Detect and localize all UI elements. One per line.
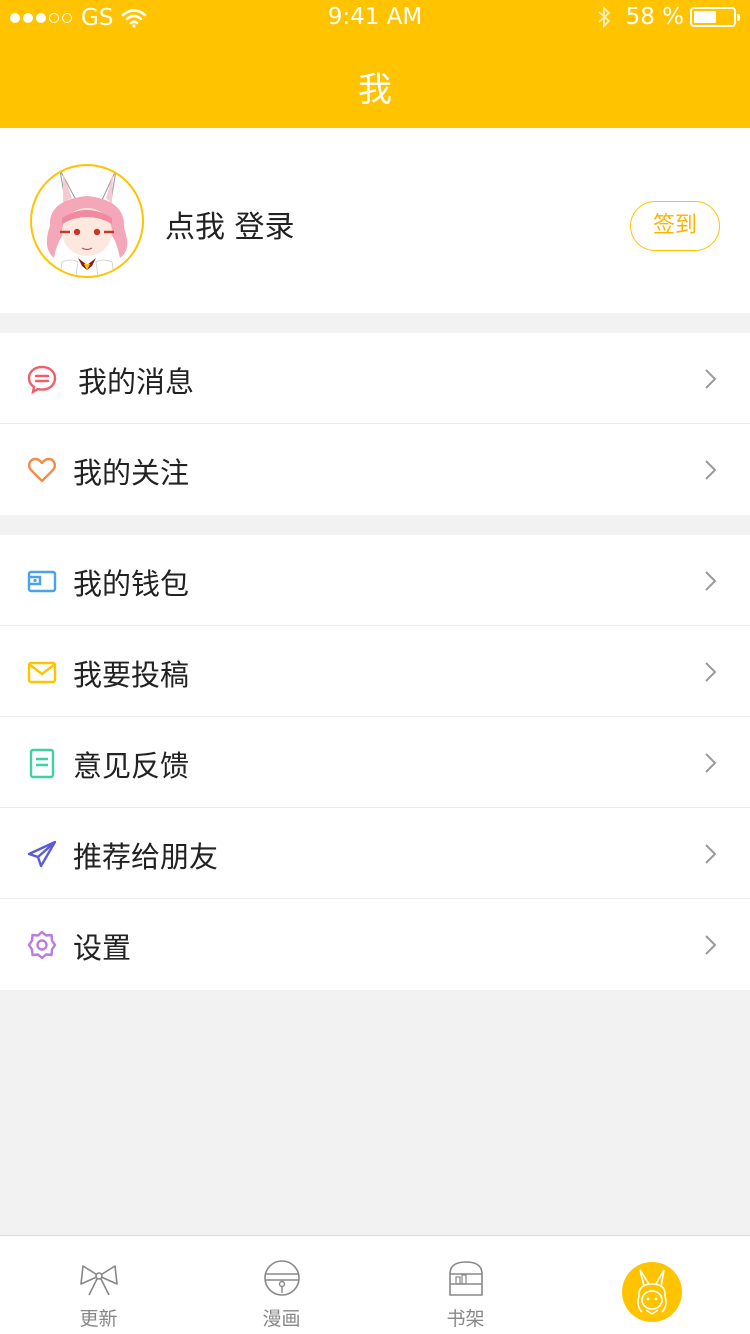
login-link[interactable]: 点我 登录: [165, 202, 295, 246]
menu-group-social: 我的消息 我的关注: [0, 333, 750, 515]
chevron-right-icon: [705, 662, 717, 682]
bell-icon: [264, 1260, 300, 1296]
menu-item-wallet[interactable]: 我的钱包: [0, 535, 750, 626]
menu-item-settings[interactable]: 设置: [0, 899, 750, 990]
menu-item-label: 意见反馈: [73, 749, 190, 783]
chevron-right-icon: [705, 369, 717, 389]
tab-bookshelf[interactable]: 书架: [372, 1236, 559, 1334]
menu-item-follows[interactable]: 我的关注: [0, 424, 750, 515]
gear-icon: [27, 930, 57, 960]
chevron-right-icon: [705, 935, 717, 955]
tab-updates[interactable]: 更新: [5, 1236, 192, 1334]
tab-me[interactable]: [557, 1236, 744, 1334]
tab-label: 更新: [79, 1308, 118, 1330]
bunny-avatar-icon: [637, 1269, 667, 1315]
chevron-right-icon: [705, 753, 717, 773]
feedback-icon: [29, 748, 55, 779]
battery-icon: [690, 7, 740, 27]
message-icon: [27, 365, 57, 395]
battery-fill: [694, 11, 717, 23]
page-title: 我: [358, 70, 392, 110]
menu-item-submit[interactable]: 我要投稿: [0, 626, 750, 717]
chevron-right-icon: [705, 844, 717, 864]
bow-icon: [80, 1265, 118, 1296]
tab-me-active-badge: [622, 1262, 682, 1322]
bluetooth-icon: [597, 5, 610, 29]
checkin-button[interactable]: 签到: [630, 201, 720, 251]
chevron-right-icon: [705, 571, 717, 591]
menu-item-label: 设置: [73, 931, 132, 965]
menu-group-tools: 我的钱包 我要投稿 意见反馈 推荐给朋友 设置: [0, 535, 750, 990]
menu-item-recommend[interactable]: 推荐给朋友: [0, 808, 750, 899]
menu-item-label: 推荐给朋友: [73, 840, 219, 874]
status-bar: GS 9:41 AM 58 %: [0, 0, 750, 36]
status-right: 58 %: [596, 4, 740, 30]
avatar[interactable]: [30, 164, 144, 278]
menu-item-feedback[interactable]: 意见反馈: [0, 717, 750, 808]
tab-label: 漫画: [262, 1308, 301, 1330]
bookshelf-icon: [449, 1261, 483, 1296]
menu-item-label: 我要投稿: [73, 658, 190, 692]
profile-card[interactable]: 点我 登录 签到: [0, 128, 750, 313]
tab-label: 书架: [446, 1308, 485, 1330]
envelope-icon: [27, 661, 57, 684]
battery-percent: 58 %: [625, 4, 684, 30]
tab-bar: 更新 漫画 书架: [0, 1235, 750, 1334]
heart-icon: [28, 457, 56, 483]
header-bar: GS 9:41 AM 58 % 我: [0, 0, 750, 128]
chevron-right-icon: [705, 460, 717, 480]
paper-plane-icon: [27, 840, 57, 868]
menu-item-label: 我的关注: [73, 456, 190, 490]
tab-comics[interactable]: 漫画: [188, 1236, 375, 1334]
menu-item-messages[interactable]: 我的消息: [0, 333, 750, 424]
menu-item-label: 我的消息: [78, 365, 195, 399]
menu-item-label: 我的钱包: [73, 567, 190, 601]
wallet-icon: [27, 570, 57, 593]
bunny-girl-avatar-icon: [46, 169, 128, 276]
